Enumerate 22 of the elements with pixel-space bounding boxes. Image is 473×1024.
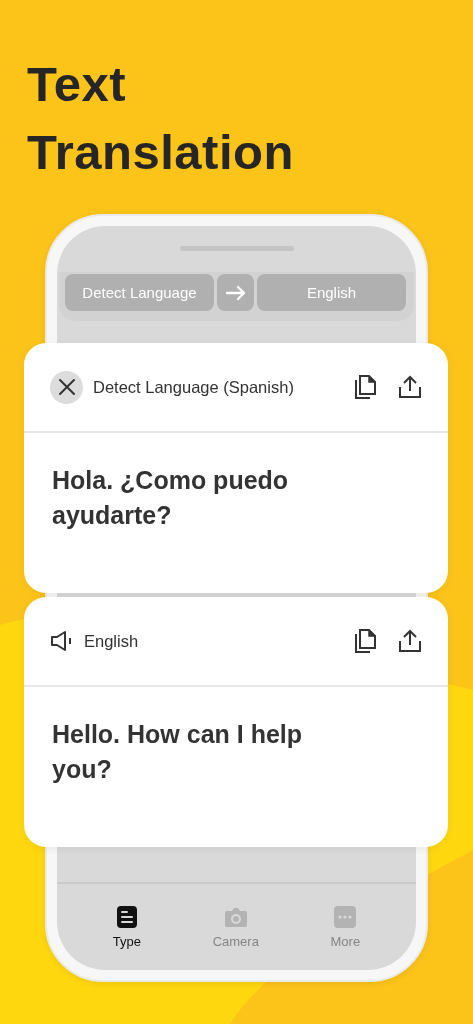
translated-text: Hello. How can I help you? bbox=[52, 719, 304, 785]
share-icon bbox=[398, 375, 422, 399]
arrow-right-icon bbox=[224, 284, 247, 301]
source-language-button[interactable]: Detect Language bbox=[65, 274, 214, 311]
tab[interactable]: More bbox=[322, 884, 369, 960]
copy-icon bbox=[354, 375, 376, 399]
speaker-icon bbox=[50, 630, 74, 652]
tab[interactable]: Camera bbox=[204, 884, 267, 960]
source-text: Hola. ¿Como puedo ayudarte? bbox=[52, 465, 290, 531]
language-label: Detect Language (Spanish) bbox=[93, 377, 295, 397]
speaker-button[interactable] bbox=[50, 630, 74, 652]
close-icon bbox=[56, 377, 77, 397]
copy-icon bbox=[354, 629, 376, 653]
share-icon bbox=[398, 629, 422, 653]
camera-icon bbox=[223, 906, 248, 928]
more-icon bbox=[334, 906, 357, 928]
document-icon bbox=[115, 905, 138, 929]
close-button[interactable] bbox=[50, 370, 83, 404]
language-label: English bbox=[84, 631, 140, 651]
target-language-button[interactable]: English bbox=[257, 274, 406, 311]
headline: Text Translation bbox=[27, 56, 295, 181]
tab[interactable]: Type bbox=[104, 884, 149, 960]
